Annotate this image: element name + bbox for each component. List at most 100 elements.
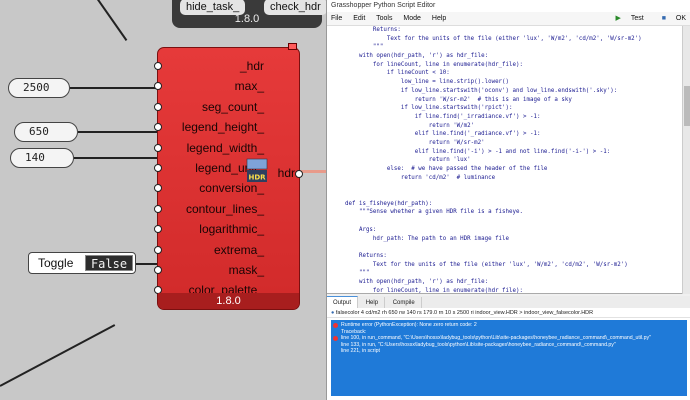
input-grip[interactable] <box>154 123 162 132</box>
code-text: if lineCount < 10: <box>345 70 450 77</box>
code-text: if line.find('_irradiance.vf') > -1: <box>345 113 541 120</box>
boolean-toggle[interactable]: Toggle False <box>28 252 136 274</box>
code-line: Args: <box>327 226 683 235</box>
code-editor[interactable]: Returns: Text for the units of the file … <box>327 26 683 294</box>
code-line: if low_line.startswith('oconv') and low_… <box>327 87 683 96</box>
code-text: return 'W/m2' <box>345 122 475 129</box>
menu-edit[interactable]: Edit <box>353 15 365 22</box>
menu-mode[interactable]: Mode <box>403 15 421 22</box>
input-max[interactable]: max_ <box>154 76 268 96</box>
output-wire <box>300 170 326 173</box>
svg-text:HDR: HDR <box>248 174 266 182</box>
input-seg-count[interactable]: seg_count_ <box>154 97 268 117</box>
wire <box>97 0 128 41</box>
input-grip[interactable] <box>154 245 162 254</box>
input-hdr[interactable]: _hdr <box>154 56 268 76</box>
number-slider-legend-height[interactable]: 650 <box>14 122 78 142</box>
falsecolor-component[interactable]: _hdr max_ seg_count_ legend_height_ lege… <box>154 43 303 310</box>
editor-title: Grasshopper Python Script Editor <box>327 0 690 12</box>
code-line: low_line = line.strip().lower() <box>327 78 683 87</box>
code-line: return 'cd/m2' # luminance <box>327 174 683 183</box>
input-contour-lines[interactable]: contour_lines_ <box>154 199 268 219</box>
toggle-label: Toggle <box>38 256 74 270</box>
menu-tools[interactable]: Tools <box>376 15 392 22</box>
code-text: Text for the units of the file (either '… <box>345 35 642 42</box>
code-line: if lineCount < 10: <box>327 69 683 78</box>
output-hdr[interactable]: hdr <box>278 166 303 180</box>
code-text: for lineCount, line in enumerate(hdr_fil… <box>345 61 523 68</box>
input-grip[interactable] <box>154 225 162 234</box>
input-grip[interactable] <box>154 204 162 213</box>
code-line: for lineCount, line in enumerate(hdr_fil… <box>327 287 683 294</box>
ok-button[interactable]: ■ OK <box>654 15 686 22</box>
code-scrollbar[interactable] <box>682 26 690 294</box>
code-text: low_line = line.strip().lower() <box>345 79 510 86</box>
code-text: for lineCount, line in enumerate(hdr_fil… <box>345 287 523 294</box>
number-slider-legend-width[interactable]: 140 <box>10 148 74 168</box>
editor-toolbar: ▶ Test ■ OK <box>600 12 686 26</box>
code-line: elif line.find('_radiance.vf') > -1: <box>327 130 683 139</box>
input-grip[interactable] <box>154 265 162 274</box>
code-line: elif line.find('-i') > -1 and not line.f… <box>327 148 683 157</box>
code-text: with open(hdr_path, 'r') as hdr_file: <box>345 278 489 285</box>
error-icon <box>333 336 338 341</box>
code-line: """Sense whether a given HDR file is a f… <box>327 208 683 217</box>
input-legend-height[interactable]: legend_height_ <box>154 117 268 137</box>
code-line: else: # we have passed the header of the… <box>327 165 683 174</box>
toggle-value[interactable]: False <box>85 255 133 271</box>
wire <box>0 324 116 387</box>
code-line: if low_line.startswith('rpict'): <box>327 104 683 113</box>
code-text: """ <box>345 270 370 277</box>
code-line: def is_fisheye(hdr_path): <box>327 200 683 209</box>
code-line: hdr_path: The path to an HDR image file <box>327 235 683 244</box>
code-text: hdr_path: The path to an HDR image file <box>345 235 510 242</box>
code-text: def is_fisheye(hdr_path): <box>345 200 433 207</box>
top-component[interactable]: hide_task_ check_hdr 1.8.0 <box>172 0 326 28</box>
error-icon <box>333 323 338 328</box>
bottom-tabs: Output Help Compile <box>327 296 690 309</box>
code-line: Text for the units of the file (either '… <box>327 261 683 270</box>
input-grip[interactable] <box>154 143 162 152</box>
wire <box>78 131 158 133</box>
input-grip[interactable] <box>154 184 162 193</box>
code-text: with open(hdr_path, 'r') as hdr_file: <box>345 53 489 60</box>
play-icon: ▶ <box>615 15 621 22</box>
input-grip[interactable] <box>154 163 162 172</box>
code-line: return 'W/sr-m2' # this is an image of a… <box>327 96 683 105</box>
output-panel: ● falsecolor 4 cd/m2 rh 650 rw 140 rs 17… <box>327 308 690 400</box>
save-icon: ■ <box>661 15 666 22</box>
command-line-output: ● falsecolor 4 cd/m2 rh 650 rw 140 rs 17… <box>327 308 690 318</box>
input-grip[interactable] <box>154 82 162 91</box>
input-grip[interactable] <box>154 102 162 111</box>
input-mask[interactable]: mask_ <box>154 260 268 280</box>
code-line: with open(hdr_path, 'r') as hdr_file: <box>327 278 683 287</box>
output-grip[interactable] <box>295 170 303 178</box>
menu-file[interactable]: File <box>331 15 342 22</box>
input-extrema[interactable]: extrema_ <box>154 240 268 260</box>
scroll-thumb[interactable] <box>684 86 690 126</box>
input-legend-width[interactable]: legend_width_ <box>154 138 268 158</box>
code-line: Returns: <box>327 252 683 261</box>
info-icon: ● <box>331 310 335 316</box>
code-text: Returns: <box>345 252 387 259</box>
code-line: for lineCount, line in enumerate(hdr_fil… <box>327 61 683 70</box>
code-text: """ <box>345 44 384 51</box>
hdr-icon: HDR <box>246 158 268 184</box>
code-text: """Sense whether a given HDR file is a f… <box>345 209 523 216</box>
code-text: return 'cd/m2' # luminance <box>345 174 496 181</box>
number-slider-max[interactable]: 2500 <box>8 78 70 98</box>
input-grip[interactable] <box>154 62 162 70</box>
grasshopper-canvas[interactable]: hide_task_ check_hdr 1.8.0 2500 650 140 … <box>0 0 326 400</box>
code-text: return 'W/sr-m2' <box>345 139 485 146</box>
test-button[interactable]: ▶ Test <box>608 15 644 22</box>
code-text: if low_line.startswith('oconv') and low_… <box>345 87 618 94</box>
component-version-bar: 1.8.0 <box>158 293 299 309</box>
menu-help[interactable]: Help <box>432 15 446 22</box>
error-message[interactable]: Runtime error (PythonException): None ze… <box>331 320 687 396</box>
input-logarithmic[interactable]: logarithmic_ <box>154 219 268 239</box>
code-text: Args: <box>345 226 377 233</box>
